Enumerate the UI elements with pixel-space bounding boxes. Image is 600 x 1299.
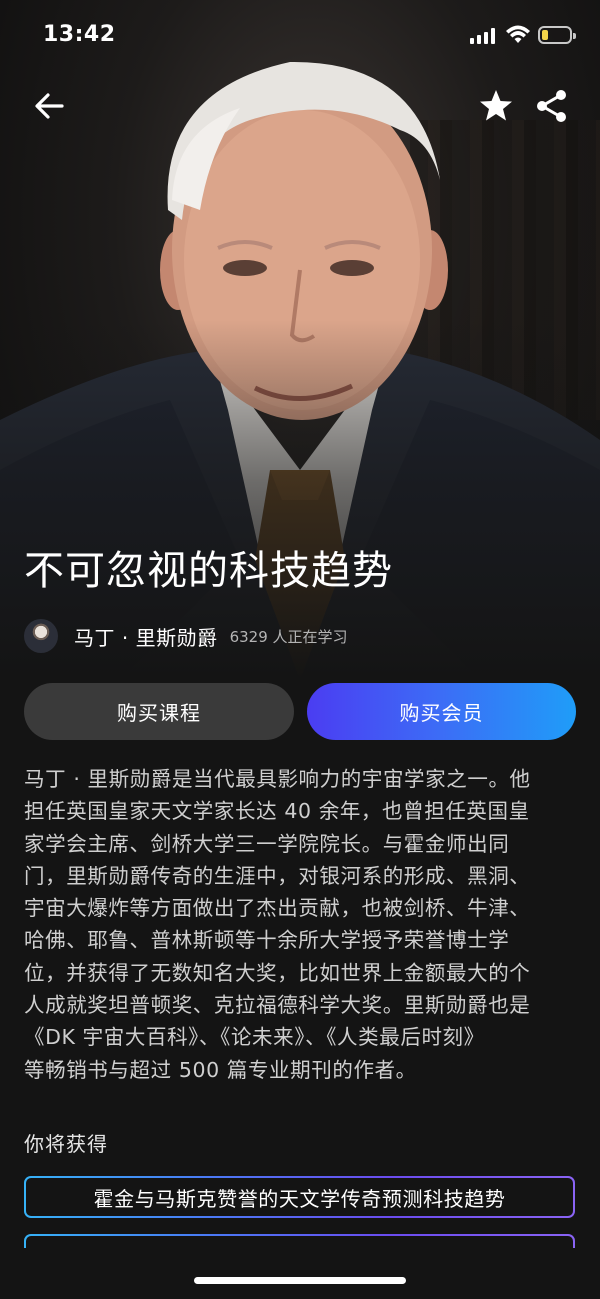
share-icon[interactable]: [532, 86, 572, 126]
author-avatar[interactable]: [24, 619, 58, 653]
status-time: 13:42: [43, 22, 116, 47]
home-indicator[interactable]: [194, 1277, 406, 1284]
course-title: 不可忽视的科技趋势: [24, 548, 393, 594]
wifi-icon: [506, 25, 530, 43]
battery-icon: [538, 26, 576, 44]
description-line: 哈佛、耶鲁、普林斯顿等十余所大学授予荣誉博士学: [24, 928, 510, 953]
author-row[interactable]: 马丁 · 里斯勋爵 6329 人正在学习: [24, 618, 348, 654]
cellular-signal-icon: [470, 28, 498, 44]
battery-level: [542, 30, 548, 40]
description-line: 担任英国皇家天文学家长达 40 余年，也曾担任英国皇: [24, 799, 530, 824]
status-bar: 13:42: [0, 0, 600, 72]
author-name[interactable]: 马丁 · 里斯勋爵: [74, 622, 218, 651]
buy-membership-button[interactable]: 购买会员: [307, 683, 576, 740]
star-icon[interactable]: [476, 86, 516, 126]
description-line: 位，并获得了无数知名大奖，比如世界上金额最大的个: [24, 960, 531, 985]
buy-course-button[interactable]: 购买课程: [24, 683, 294, 740]
gains-heading: 你将获得: [24, 1132, 108, 1156]
description-line: 宇宙大爆炸等方面做出了杰出贡献，也被剑桥、牛津、: [24, 896, 531, 921]
description-line: 人成就奖坦普顿奖、克拉福德科学大奖。里斯勋爵也是: [24, 993, 531, 1018]
course-description: 马丁 · 里斯勋爵是当代最具影响力的宇宙学家之一。他 担任英国皇家天文学家长达 …: [24, 763, 578, 1086]
description-line: 门，里斯勋爵传奇的生涯中，对银河系的形成、黑洞、: [24, 863, 531, 888]
arrow-left-icon[interactable]: [30, 86, 70, 126]
learner-count: 6329 人正在学习: [229, 627, 348, 646]
description-line: 《DK 宇宙大百科》、《论未来》、《人类最后时刻》: [24, 1025, 485, 1050]
description-line: 等畅销书与超过 500 篇专业期刊的作者。: [24, 1057, 417, 1082]
gain-item-partial: [24, 1234, 575, 1248]
description-line: 家学会主席、剑桥大学三一学院院长。与霍金师出同: [24, 831, 510, 856]
gain-item: 霍金与马斯克赞誉的天文学传奇预测科技趋势: [24, 1176, 575, 1218]
description-line: 马丁 · 里斯勋爵是当代最具影响力的宇宙学家之一。他: [24, 767, 531, 791]
